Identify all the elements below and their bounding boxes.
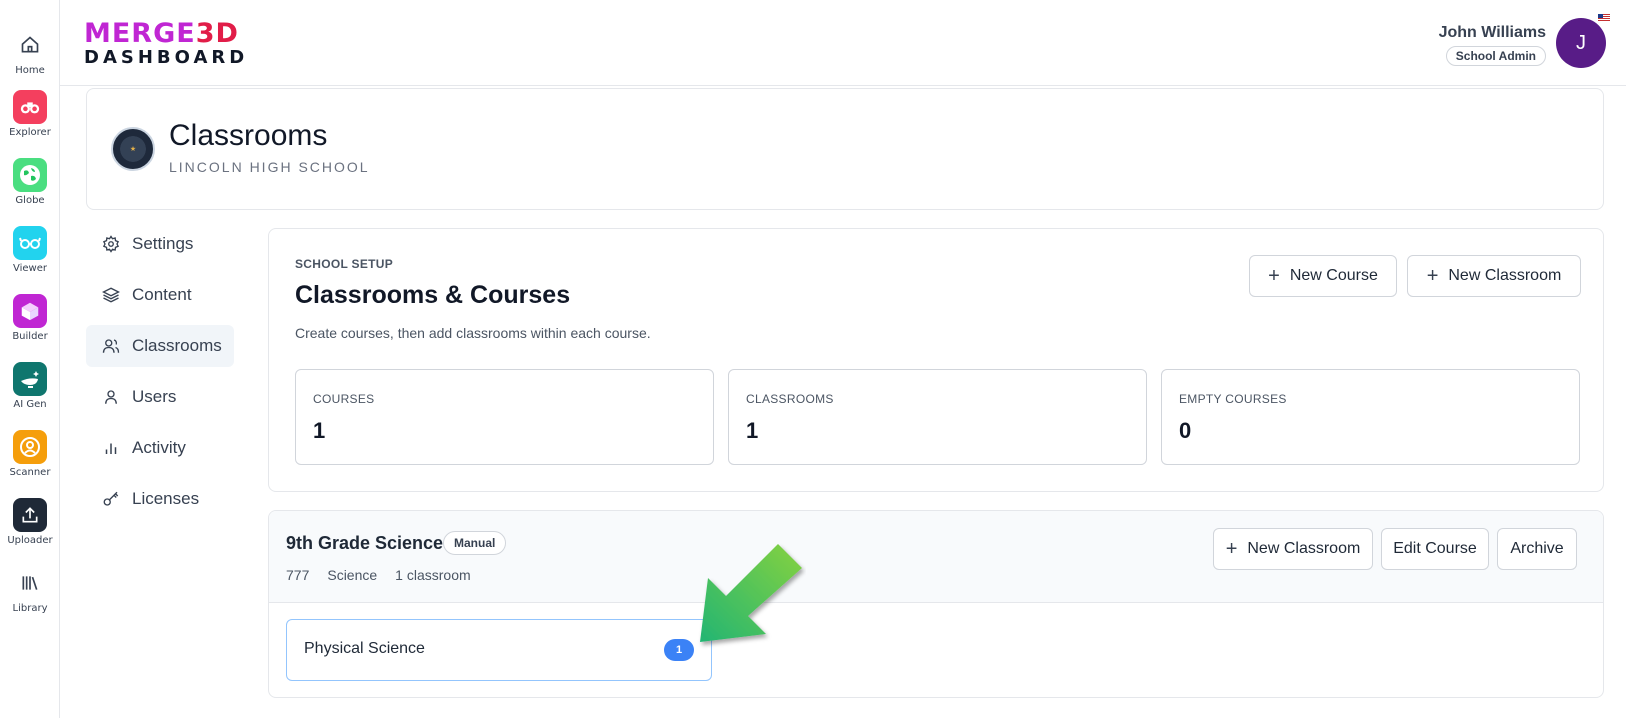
sidenav-item-content[interactable]: Content — [86, 274, 234, 316]
sidenav-item-licenses[interactable]: Licenses — [86, 478, 234, 520]
rail-label-scanner: Scanner — [9, 467, 51, 478]
rail-item-uploader[interactable]: Uploader — [0, 498, 60, 546]
stat-card-empty-courses: EMPTY COURSES 0 — [1161, 369, 1580, 465]
user-role-badge: School Admin — [1445, 46, 1546, 66]
rail-label-viewer: Viewer — [13, 263, 47, 274]
course-header: 9th Grade Science Manual 777 Science 1 c… — [269, 511, 1603, 603]
new-classroom-button[interactable]: + New Classroom — [1407, 255, 1581, 297]
plus-icon: + — [1426, 264, 1439, 287]
user-icon — [105, 390, 117, 404]
sidenav-item-activity[interactable]: Activity — [86, 427, 234, 469]
stat-label: EMPTY COURSES — [1179, 392, 1287, 406]
stat-value: 0 — [1179, 418, 1192, 443]
app-rail: Home Explorer Globe Viewer Builder AI Ge… — [0, 0, 60, 718]
rail-item-viewer[interactable]: Viewer — [0, 226, 60, 274]
rail-item-builder[interactable]: Builder — [0, 294, 60, 342]
binoculars-icon — [13, 90, 47, 124]
school-setup-card: SCHOOL SETUP Classrooms & Courses Create… — [268, 228, 1604, 492]
rail-item-globe[interactable]: Globe — [0, 158, 60, 206]
library-icon — [13, 566, 47, 600]
new-classroom-label: New Classroom — [1448, 267, 1562, 284]
rail-label-globe: Globe — [15, 195, 45, 206]
users-icon — [102, 339, 120, 353]
stat-value: 1 — [313, 418, 326, 443]
setup-description: Create courses, then add classrooms with… — [295, 325, 651, 341]
rail-label-ai-gen: AI Gen — [13, 399, 47, 410]
top-header: MERGE3D DASHBOARD John Williams School A… — [60, 14, 1626, 86]
user-name: John Williams — [1438, 24, 1546, 41]
scanner-icon — [13, 430, 47, 464]
sidenav-label-settings: Settings — [132, 234, 194, 253]
globe-icon — [13, 158, 47, 192]
page-header-card: ★ Classrooms LINCOLN HIGH SCHOOL — [86, 88, 1604, 210]
rail-item-library[interactable]: Library — [0, 566, 60, 614]
logo-3d-text: 3D — [195, 18, 239, 49]
rail-label-explorer: Explorer — [9, 127, 51, 138]
sidenav-label-classrooms: Classrooms — [132, 336, 222, 355]
course-card: 9th Grade Science Manual 777 Science 1 c… — [268, 510, 1604, 698]
key-icon — [103, 491, 119, 506]
upload-icon — [13, 498, 47, 532]
new-course-button[interactable]: + New Course — [1249, 255, 1397, 297]
course-code: 777 — [286, 567, 310, 583]
sidenav-item-classrooms[interactable]: Classrooms — [86, 325, 234, 367]
sidenav-label-content: Content — [132, 285, 192, 304]
sidenav-label-users: Users — [132, 387, 177, 406]
stat-card-classrooms: CLASSROOMS 1 — [728, 369, 1147, 465]
rail-item-home[interactable]: Home — [0, 28, 60, 76]
classroom-student-count-badge: 1 — [664, 639, 694, 661]
edit-course-label: Edit Course — [1393, 540, 1477, 557]
stat-card-courses: COURSES 1 — [295, 369, 714, 465]
course-new-classroom-button[interactable]: + New Classroom — [1213, 528, 1373, 570]
plus-icon: + — [1268, 264, 1280, 287]
setup-eyebrow: SCHOOL SETUP — [295, 257, 394, 271]
classroom-name: Physical Science — [304, 640, 425, 657]
home-icon — [13, 28, 47, 62]
rail-label-builder: Builder — [12, 331, 48, 342]
course-classroom-count: 1 classroom — [395, 567, 471, 583]
bar-chart-icon — [105, 443, 117, 454]
course-subject: Science — [327, 567, 378, 583]
archive-button[interactable]: Archive — [1497, 528, 1577, 570]
avatar[interactable]: J — [1556, 18, 1606, 68]
course-title: 9th Grade Science — [286, 533, 444, 553]
side-nav: Settings Content Classrooms Users Activi… — [86, 223, 234, 529]
edit-course-button[interactable]: Edit Course — [1381, 528, 1489, 570]
glasses-icon — [13, 226, 47, 260]
page-subtitle: LINCOLN HIGH SCHOOL — [169, 159, 370, 175]
logo-dashboard-text: DASHBOARD — [84, 47, 249, 68]
merge-logo[interactable]: MERGE3D DASHBOARD — [84, 20, 248, 68]
page-title: Classrooms — [169, 119, 328, 152]
rail-label-library: Library — [12, 603, 48, 614]
setup-title: Classrooms & Courses — [295, 281, 571, 309]
school-logo-icon: ★ — [111, 127, 155, 171]
rail-label-uploader: Uploader — [7, 535, 53, 546]
stat-label: CLASSROOMS — [746, 392, 834, 406]
classroom-card[interactable]: Physical Science 1 — [286, 619, 712, 681]
course-new-classroom-label: New Classroom — [1247, 540, 1361, 557]
rail-item-ai-gen[interactable]: AI Gen — [0, 362, 60, 410]
new-course-label: New Course — [1289, 267, 1378, 284]
us-flag-icon[interactable] — [1598, 14, 1610, 22]
layers-icon — [102, 287, 120, 303]
gear-icon — [102, 235, 120, 253]
sidenav-label-activity: Activity — [132, 438, 186, 457]
rail-label-home: Home — [15, 65, 45, 76]
course-type-badge: Manual — [443, 531, 507, 555]
cube-icon — [13, 294, 47, 328]
sidenav-label-licenses: Licenses — [132, 489, 200, 508]
logo-merge-text: MERGE — [84, 18, 196, 49]
course-meta: 777 Science 1 classroom — [286, 567, 471, 583]
rail-item-scanner[interactable]: Scanner — [0, 430, 60, 478]
archive-label: Archive — [1510, 540, 1564, 557]
stat-value: 1 — [746, 418, 759, 443]
rail-item-explorer[interactable]: Explorer — [0, 90, 60, 138]
sidenav-item-users[interactable]: Users — [86, 376, 234, 418]
stat-label: COURSES — [313, 392, 375, 406]
sidenav-item-settings[interactable]: Settings — [86, 223, 234, 265]
magic-lamp-icon — [13, 362, 47, 396]
plus-icon: + — [1225, 537, 1238, 560]
